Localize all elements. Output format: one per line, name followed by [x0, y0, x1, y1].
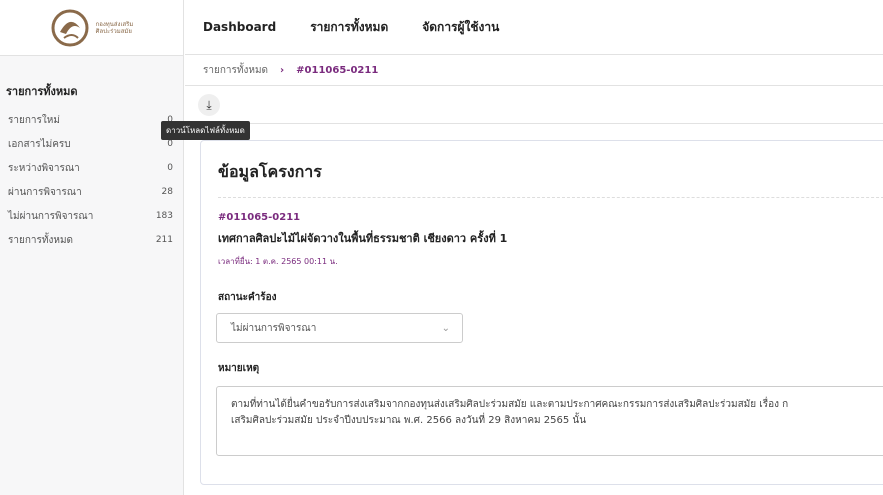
notes-line2: เสริมศิลปะร่วมสมัย ประจำปีงบประมาณ พ.ศ. …: [231, 415, 587, 426]
status-select[interactable]: ไม่ผ่านการพิจารณา ⌄: [216, 313, 463, 343]
sidebar-item-label: รายการทั้งหมด: [8, 234, 74, 246]
sidebar-item-label: ไม่ผ่านการพิจารณา: [8, 210, 94, 222]
project-name: เทศกาลศิลปะไม้ไผ่จัดวางในพื้นที่ธรรมชาติ…: [218, 232, 508, 245]
divider: [218, 197, 883, 198]
breadcrumb-chevron-icon: ›: [280, 65, 285, 76]
logo-line2: ศิลปะร่วมสมัย: [95, 27, 132, 35]
chevron-down-icon: ⌄: [441, 322, 450, 334]
nav-all-items[interactable]: รายการทั้งหมด: [310, 18, 388, 37]
sidebar-item-count: 0: [167, 139, 173, 149]
download-icon: ⤓: [206, 97, 212, 112]
nav-dashboard[interactable]: Dashboard: [203, 20, 276, 34]
status-label: สถานะคำร้อง: [218, 292, 277, 303]
notes-textarea[interactable]: ตามที่ท่านได้ยื่นคำขอรับการส่งเสริมจากกอ…: [216, 386, 883, 456]
project-info-card: ข้อมูลโครงการ #011065-0211 เทศกาลศิลปะไม…: [200, 140, 883, 485]
sidebar-item-new[interactable]: รายการใหม่ 0: [0, 108, 183, 132]
sidebar-item-all[interactable]: รายการทั้งหมด 211: [0, 228, 183, 252]
status-select-value: ไม่ผ่านการพิจารณา: [231, 322, 317, 334]
card-title: ข้อมูลโครงการ: [218, 162, 322, 181]
logo-text: กองทุนส่งเสริม ศิลปะร่วมสมัย: [96, 21, 134, 35]
sidebar-item-label: รายการใหม่: [8, 114, 60, 126]
notes-label: หมายเหตุ: [218, 363, 260, 374]
breadcrumb-parent[interactable]: รายการทั้งหมด: [203, 63, 268, 78]
logo-line1: กองทุนส่งเสริม: [95, 20, 134, 28]
download-button[interactable]: ⤓: [198, 94, 220, 116]
sidebar-item-count: 28: [161, 187, 173, 197]
sidebar-item-reviewing[interactable]: ระหว่างพิจารณา 0: [0, 156, 183, 180]
sidebar-item-label: ผ่านการพิจารณา: [8, 186, 82, 198]
nav-user-management[interactable]: จัดการผู้ใช้งาน: [422, 18, 499, 37]
sidebar-item-incomplete[interactable]: เอกสารไม่ครบ 0: [0, 132, 183, 156]
sidebar-item-label: ระหว่างพิจารณา: [8, 162, 80, 174]
sidebar-item-count: 0: [167, 163, 173, 173]
project-id: #011065-0211: [218, 212, 301, 223]
sidebar-item-label: เอกสารไม่ครบ: [8, 138, 71, 150]
sidebar-item-count: 211: [155, 235, 173, 245]
sidebar-item-rejected[interactable]: ไม่ผ่านการพิจารณา 183: [0, 204, 183, 228]
top-nav: Dashboard รายการทั้งหมด จัดการผู้ใช้งาน: [185, 0, 883, 55]
toolbar: ⤓: [185, 87, 883, 124]
breadcrumb-current: #011065-0211: [296, 65, 379, 76]
logo-icon: [51, 9, 89, 46]
sidebar-item-count: 183: [155, 211, 173, 221]
breadcrumb: รายการทั้งหมด › #011065-0211: [185, 56, 883, 86]
logo-area[interactable]: กองทุนส่งเสริม ศิลปะร่วมสมัย: [0, 0, 183, 56]
sidebar: กองทุนส่งเสริม ศิลปะร่วมสมัย รายการทั้งห…: [0, 0, 184, 495]
notes-line1: ตามที่ท่านได้ยื่นคำขอรับการส่งเสริมจากกอ…: [231, 399, 789, 410]
submitted-date: เวลาที่ยื่น: 1 ต.ค. 2565 00:11 น.: [218, 257, 338, 266]
sidebar-title: รายการทั้งหมด: [6, 85, 78, 98]
download-tooltip: ดาวน์โหลดไฟล์ทั้งหมด: [161, 121, 250, 140]
sidebar-item-approved[interactable]: ผ่านการพิจารณา 28: [0, 180, 183, 204]
